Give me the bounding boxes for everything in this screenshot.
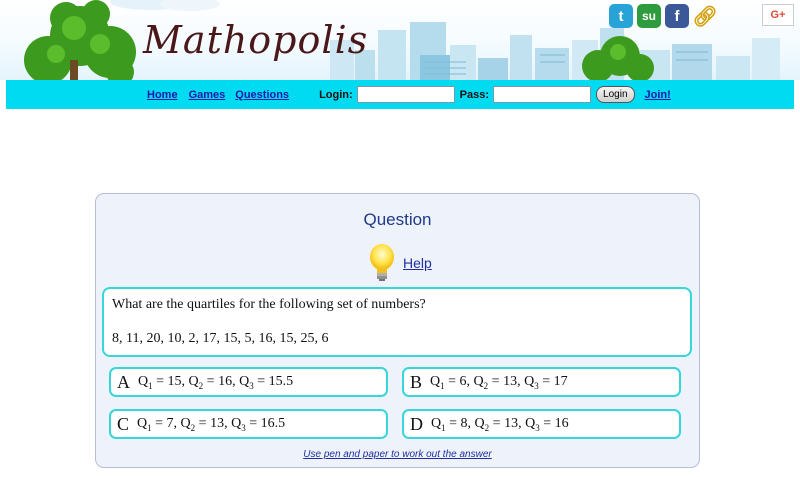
link-icon[interactable]: 🔗︎ <box>692 4 717 28</box>
social-links: t su f 🔗︎ <box>609 4 718 28</box>
answer-text: Q1 = 15, Q2 = 16, Q3 = 15.5 <box>138 373 294 391</box>
twitter-icon[interactable]: t <box>609 4 633 28</box>
google-plus-button[interactable]: G+ <box>762 4 794 26</box>
stumbleupon-icon[interactable]: su <box>637 4 661 28</box>
login-label: Login: <box>319 88 353 101</box>
answer-letter: C <box>117 413 130 434</box>
answer-option-b[interactable]: B Q1 = 6, Q2 = 13, Q3 = 17 <box>402 367 681 397</box>
nav-link-home[interactable]: Home <box>147 89 178 101</box>
login-button[interactable]: Login <box>596 86 635 103</box>
answer-option-a[interactable]: A Q1 = 15, Q2 = 16, Q3 = 15.5 <box>109 367 388 397</box>
facebook-icon[interactable]: f <box>665 4 689 28</box>
answer-letter: D <box>410 413 423 434</box>
question-prompt: What are the quartiles for the following… <box>112 297 426 312</box>
nav-bar: Home Games Questions Login: Pass: Login … <box>6 80 794 109</box>
site-logo[interactable]: Mathopolis <box>143 18 368 62</box>
answer-text: Q1 = 8, Q2 = 13, Q3 = 16 <box>431 415 569 433</box>
nav-link-questions[interactable]: Questions <box>235 89 289 101</box>
pass-label: Pass: <box>459 88 490 101</box>
answer-text: Q1 = 7, Q2 = 13, Q3 = 16.5 <box>137 415 286 433</box>
answer-letter: A <box>117 371 130 392</box>
answer-option-c[interactable]: C Q1 = 7, Q2 = 13, Q3 = 16.5 <box>109 409 388 439</box>
password-input[interactable] <box>493 86 592 103</box>
nav-link-games[interactable]: Games <box>189 89 226 101</box>
question-numbers: 8, 11, 20, 10, 2, 17, 15, 5, 16, 15, 25,… <box>112 331 329 346</box>
login-input[interactable] <box>356 86 455 103</box>
answer-letter: B <box>410 371 423 392</box>
answer-text: Q1 = 6, Q2 = 13, Q3 = 17 <box>430 373 568 391</box>
question-box: What are the quartiles for the following… <box>102 287 692 357</box>
question-card: Question Help What are the quartiles for… <box>95 193 700 468</box>
lightbulb-icon <box>370 244 394 281</box>
help-link[interactable]: Help <box>403 255 432 271</box>
site-header: Mathopolis t su f 🔗︎ G+ <box>0 0 800 80</box>
hint-link[interactable]: Use pen and paper to work out the answer <box>96 449 699 460</box>
join-link[interactable]: Join! <box>645 89 671 101</box>
question-title: Question <box>363 210 432 229</box>
answer-option-d[interactable]: D Q1 = 8, Q2 = 13, Q3 = 16 <box>402 409 681 439</box>
